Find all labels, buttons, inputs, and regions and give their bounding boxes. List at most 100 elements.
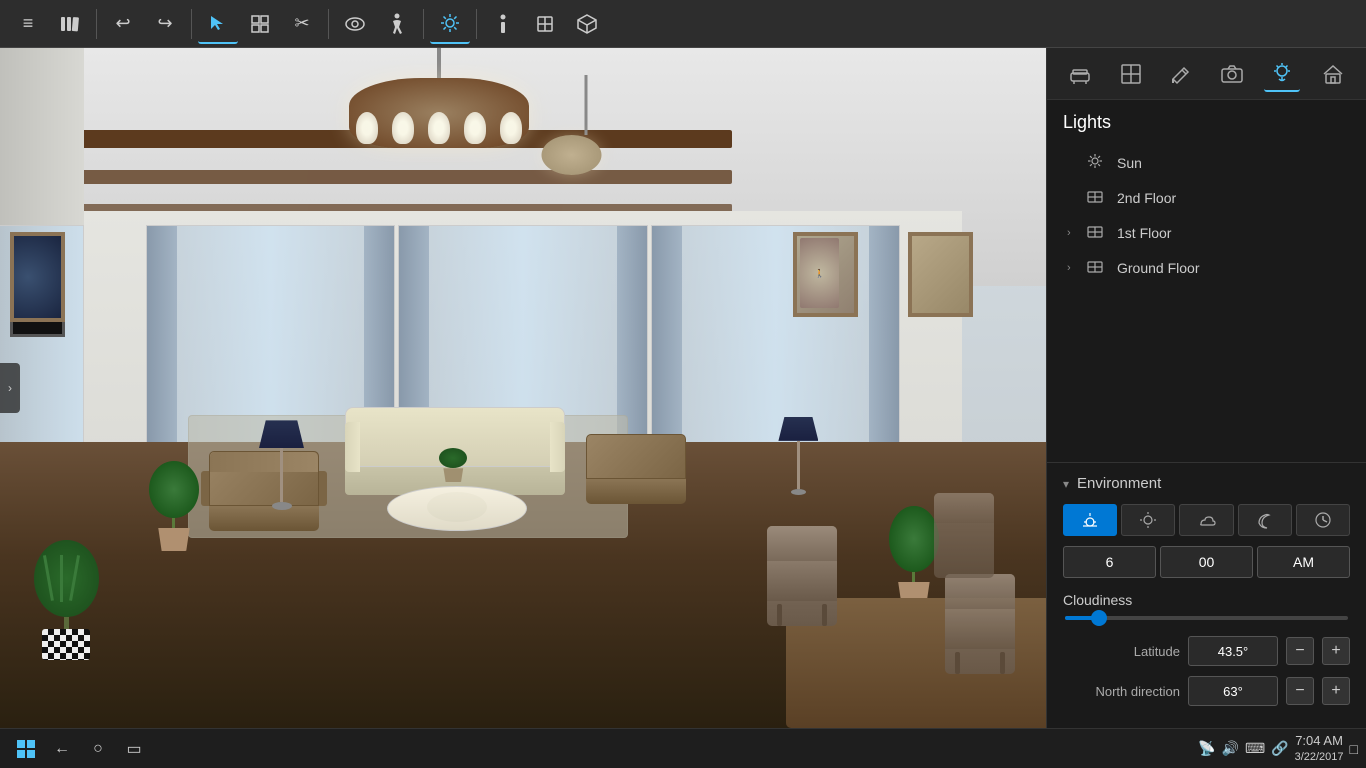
latitude-input[interactable]: 43.5° bbox=[1188, 636, 1278, 666]
light-item-ground-floor[interactable]: › Ground Floor bbox=[1063, 250, 1350, 285]
undo-button[interactable]: ↩ bbox=[103, 4, 143, 44]
latitude-increase[interactable]: + bbox=[1322, 637, 1350, 665]
taskbar-clock[interactable]: 7:04 AM 3/22/2017 bbox=[1295, 733, 1344, 764]
taskbar: ← ○ ▭ 📡 🔊 ⌨ 🔗 7:04 AM 3/22/2017 □ bbox=[0, 728, 1366, 768]
sun-icon bbox=[1087, 153, 1109, 172]
main-area: 🚶 bbox=[0, 48, 1366, 728]
separator-4 bbox=[423, 9, 424, 39]
taskbar-date: 3/22/2017 bbox=[1295, 750, 1344, 764]
pendant-light bbox=[570, 75, 601, 175]
ground-floor-label: Ground Floor bbox=[1117, 260, 1199, 276]
light-tool-button[interactable] bbox=[1264, 56, 1300, 92]
north-direction-input[interactable]: 63° bbox=[1188, 676, 1278, 706]
keyboard-icon[interactable]: ⌨ bbox=[1245, 740, 1265, 757]
select-button[interactable] bbox=[198, 4, 238, 44]
sun-button[interactable] bbox=[430, 4, 470, 44]
latitude-decrease[interactable]: − bbox=[1286, 637, 1314, 665]
separator-2 bbox=[191, 9, 192, 39]
network-icon[interactable]: 📡 bbox=[1198, 740, 1215, 757]
environment-header[interactable]: ▾ Environment bbox=[1063, 475, 1350, 492]
north-direction-decrease[interactable]: − bbox=[1286, 677, 1314, 705]
lights-panel: Lights Sun 2nd Floor › bbox=[1047, 100, 1366, 297]
time-hour-input[interactable]: 6 bbox=[1063, 546, 1156, 578]
arrange-button[interactable] bbox=[240, 4, 280, 44]
box-button[interactable] bbox=[567, 4, 607, 44]
dining-chair-1 bbox=[767, 526, 837, 626]
painting-left bbox=[10, 232, 65, 322]
time-btn-custom[interactable] bbox=[1296, 504, 1350, 536]
latitude-row: Latitude 43.5° − + bbox=[1063, 636, 1350, 666]
notification-icon[interactable]: □ bbox=[1350, 741, 1358, 757]
time-selector bbox=[1063, 504, 1350, 536]
back-taskbar-button[interactable]: ← bbox=[44, 731, 80, 767]
light-item-sun[interactable]: Sun bbox=[1063, 145, 1350, 180]
sun-label: Sun bbox=[1117, 155, 1142, 171]
redo-button[interactable]: ↪ bbox=[145, 4, 185, 44]
start-button[interactable] bbox=[8, 731, 44, 767]
cloudiness-label: Cloudiness bbox=[1063, 592, 1350, 608]
camera-tool-button[interactable] bbox=[1214, 56, 1250, 92]
dining-chair-3 bbox=[934, 493, 994, 578]
menu-button[interactable]: ≡ bbox=[8, 4, 48, 44]
time-minute-input[interactable]: 00 bbox=[1160, 546, 1253, 578]
time-btn-night[interactable] bbox=[1238, 504, 1292, 536]
right-panel: Lights Sun 2nd Floor › bbox=[1046, 48, 1366, 728]
view-button[interactable] bbox=[335, 4, 375, 44]
time-period-input[interactable]: AM bbox=[1257, 546, 1350, 578]
ground-floor-expand[interactable]: › bbox=[1067, 262, 1083, 274]
walk-button[interactable] bbox=[377, 4, 417, 44]
sun-expand bbox=[1067, 157, 1083, 169]
2nd-floor-icon bbox=[1087, 188, 1109, 207]
edit-tool-button[interactable] bbox=[1163, 56, 1199, 92]
cortana-button[interactable]: ○ bbox=[80, 731, 116, 767]
right-panel-toolbar bbox=[1047, 48, 1366, 100]
light-item-1st-floor[interactable]: › 1st Floor bbox=[1063, 215, 1350, 250]
viewport[interactable]: 🚶 bbox=[0, 48, 1046, 728]
cloudiness-slider[interactable] bbox=[1063, 616, 1350, 620]
separator-5 bbox=[476, 9, 477, 39]
time-inputs: 6 00 AM bbox=[1063, 546, 1350, 578]
house-tool-button[interactable] bbox=[1315, 56, 1351, 92]
coffee-table bbox=[387, 486, 527, 531]
dining-chair-2 bbox=[945, 574, 1015, 674]
separator-3 bbox=[328, 9, 329, 39]
env-collapse-icon: ▾ bbox=[1063, 477, 1069, 491]
lights-title: Lights bbox=[1063, 112, 1350, 133]
furnish-tool-button[interactable] bbox=[1062, 56, 1098, 92]
latitude-label: Latitude bbox=[1063, 644, 1180, 659]
time-btn-dawn[interactable] bbox=[1063, 504, 1117, 536]
time-btn-cloudy[interactable] bbox=[1179, 504, 1233, 536]
room-tool-button[interactable] bbox=[1113, 56, 1149, 92]
taskbar-systray: 📡 🔊 ⌨ 🔗 7:04 AM 3/22/2017 □ bbox=[1198, 733, 1358, 764]
task-view-button[interactable]: ▭ bbox=[116, 731, 152, 767]
taskbar-time: 7:04 AM bbox=[1295, 733, 1344, 750]
library-button[interactable] bbox=[50, 4, 90, 44]
2nd-floor-expand bbox=[1067, 192, 1083, 204]
2nd-floor-label: 2nd Floor bbox=[1117, 190, 1176, 206]
painting-right-2 bbox=[908, 232, 973, 317]
resize-button[interactable] bbox=[525, 4, 565, 44]
north-direction-row: North direction 63° − + bbox=[1063, 676, 1350, 706]
painting-right-1: 🚶 bbox=[793, 232, 858, 317]
room-scene: 🚶 bbox=[0, 48, 1046, 728]
floor-lamp-left bbox=[262, 420, 302, 510]
table-plants bbox=[439, 448, 469, 483]
volume-icon[interactable]: 🔊 bbox=[1222, 740, 1239, 757]
left-panel-toggle[interactable]: › bbox=[0, 363, 20, 413]
info-button[interactable] bbox=[483, 4, 523, 44]
floor-lamp-right bbox=[781, 417, 816, 497]
plant-1 bbox=[146, 461, 201, 551]
ceiling-beam-2 bbox=[51, 170, 732, 184]
lang-icon[interactable]: 🔗 bbox=[1271, 740, 1288, 757]
1st-floor-icon bbox=[1087, 223, 1109, 242]
1st-floor-expand[interactable]: › bbox=[1067, 227, 1083, 239]
light-item-2nd-floor[interactable]: 2nd Floor bbox=[1063, 180, 1350, 215]
panel-spacer bbox=[1047, 297, 1366, 462]
time-btn-day[interactable] bbox=[1121, 504, 1175, 536]
north-direction-label: North direction bbox=[1063, 684, 1180, 699]
scissors-button[interactable]: ✂ bbox=[282, 4, 322, 44]
environment-section: ▾ Environment bbox=[1047, 462, 1366, 728]
separator-1 bbox=[96, 9, 97, 39]
north-direction-increase[interactable]: + bbox=[1322, 677, 1350, 705]
ground-floor-icon bbox=[1087, 258, 1109, 277]
